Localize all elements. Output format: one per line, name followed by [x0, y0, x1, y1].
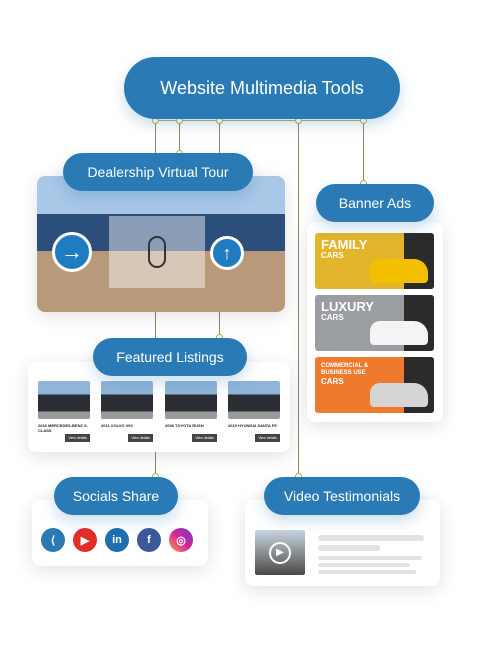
car-photo — [165, 381, 217, 419]
arrow-up-icon[interactable]: ↑ — [210, 236, 244, 270]
view-details-button[interactable]: View details — [192, 434, 217, 442]
car-photo — [101, 381, 153, 419]
listing-card[interactable]: 2016 MERCEDES-BENZ S-CLASS View details — [38, 381, 90, 442]
banner-ads-label: Banner Ads — [316, 184, 434, 222]
banner-ad-family[interactable]: FAMILY CARS — [315, 233, 434, 289]
main-title: Website Multimedia Tools — [124, 57, 400, 119]
text-placeholder — [318, 556, 422, 560]
connector — [219, 120, 220, 156]
listing-title: 2015 HYUNDAI SANTA FE — [228, 423, 277, 428]
play-icon[interactable]: ▶ — [269, 541, 291, 564]
mouse-drag-icon — [109, 216, 205, 288]
connector — [155, 120, 156, 156]
featured-listings-label: Featured Listings — [93, 338, 247, 376]
banner-ad-commercial[interactable]: COMMERCIAL & BUSINESS USE CARS — [315, 357, 434, 413]
text-placeholder — [318, 570, 416, 574]
virtual-tour-card[interactable]: → ↑ — [37, 176, 285, 312]
linkedin-icon[interactable]: in — [105, 528, 129, 552]
connector — [155, 120, 363, 121]
connector — [363, 120, 364, 184]
ad-headline: COMMERCIAL & BUSINESS USE — [321, 363, 369, 376]
text-placeholder — [318, 535, 424, 541]
text-placeholder — [318, 545, 380, 551]
view-details-button[interactable]: View details — [65, 434, 90, 442]
listing-title: 2011 VOLVO V60 — [101, 423, 133, 428]
listing-card[interactable]: 2011 VOLVO V60 View details — [101, 381, 153, 442]
virtual-tour-label: Dealership Virtual Tour — [63, 153, 253, 191]
listing-title: 2006 TOYOTA RUSH — [165, 423, 204, 428]
car-photo — [228, 381, 280, 419]
video-thumbnail[interactable]: ▶ — [255, 530, 305, 575]
text-placeholder — [318, 563, 410, 567]
share-icon[interactable]: ⟨ — [41, 528, 65, 552]
view-details-button[interactable]: View details — [255, 434, 280, 442]
listing-card[interactable]: 2006 TOYOTA RUSH View details — [165, 381, 217, 442]
connector — [298, 120, 299, 477]
view-details-button[interactable]: View details — [128, 434, 153, 442]
instagram-icon[interactable]: ◎ — [169, 528, 193, 552]
listing-title: 2016 MERCEDES-BENZ S-CLASS — [38, 423, 89, 433]
connector — [179, 120, 180, 154]
facebook-icon[interactable]: f — [137, 528, 161, 552]
car-photo — [38, 381, 90, 419]
connector — [155, 312, 156, 338]
socials-share-label: Socials Share — [54, 477, 178, 515]
youtube-icon[interactable]: ▶ — [73, 528, 97, 552]
banner-ad-luxury[interactable]: LUXURY CARS — [315, 295, 434, 351]
arrow-right-icon[interactable]: → — [52, 232, 92, 272]
listing-card[interactable]: 2015 HYUNDAI SANTA FE View details — [228, 381, 280, 442]
video-testimonials-label: Video Testimonials — [264, 477, 420, 515]
